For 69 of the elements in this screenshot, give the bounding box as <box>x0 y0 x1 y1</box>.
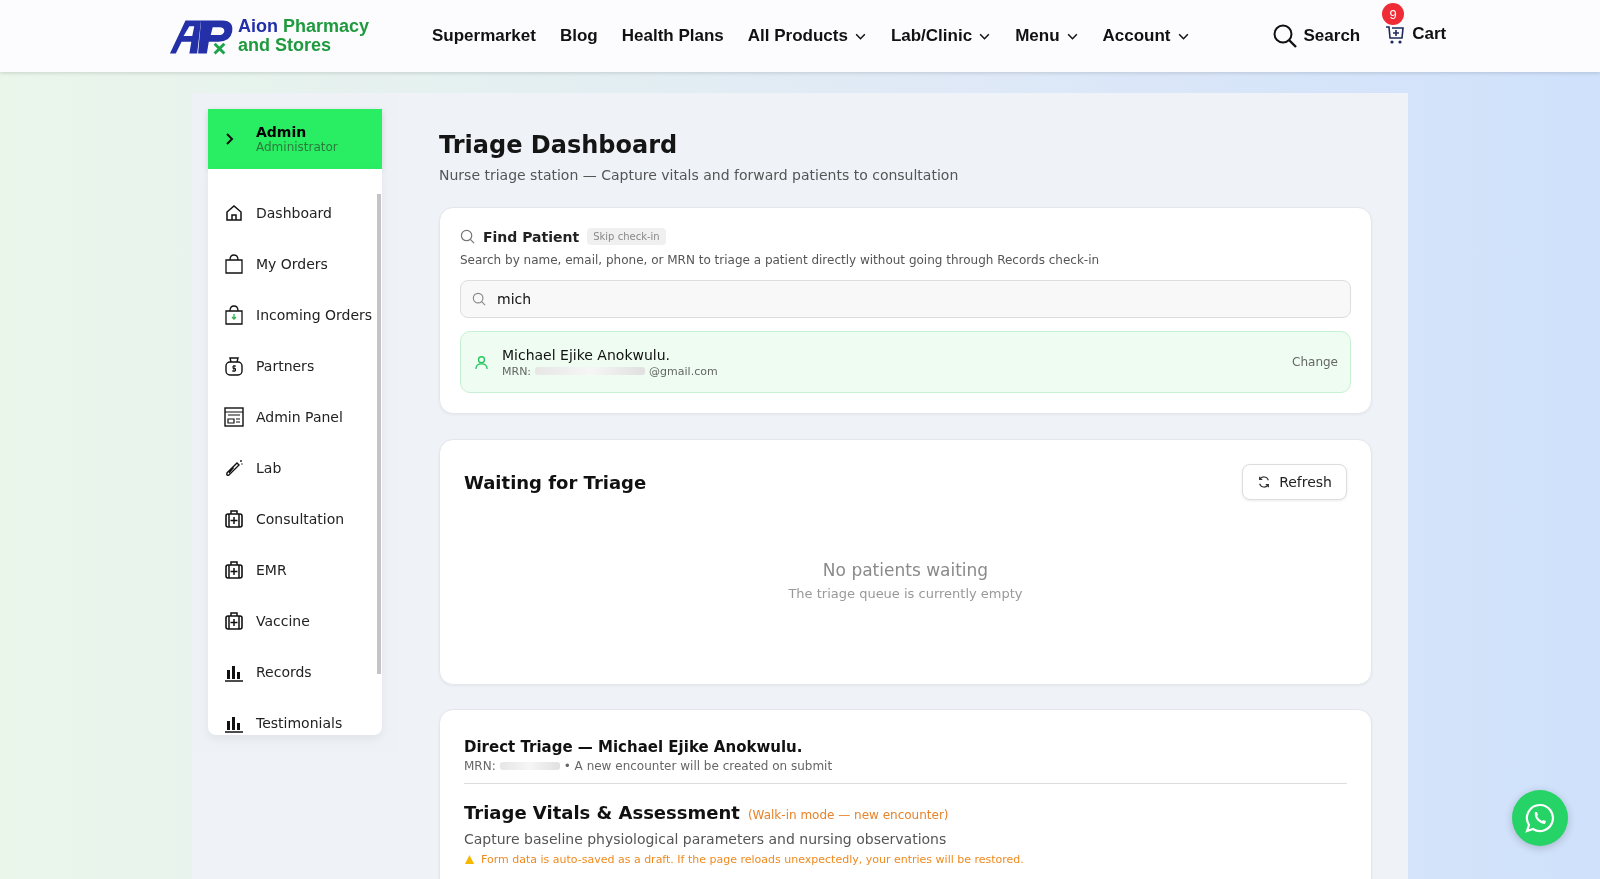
warning-icon <box>464 854 475 865</box>
home-icon <box>224 202 244 223</box>
page-subtitle: Nurse triage station — Capture vitals and forward patients to consultation <box>439 167 960 183</box>
shopping-bag-icon <box>224 253 244 274</box>
shopping-bag-icon <box>224 304 244 325</box>
empty-text: The triage queue is currently empty <box>788 586 1023 601</box>
chat-button[interactable] <box>1512 790 1568 846</box>
refresh-button[interactable]: Refresh <box>1242 464 1347 500</box>
brand-name[interactable]: Aion Pharmacy <box>238 17 370 36</box>
sidebar-item[interactable]: EMR <box>208 544 382 595</box>
scrollbar[interactable] <box>377 194 381 674</box>
sidebar-item[interactable]: Vaccine <box>208 595 382 646</box>
mrn-label: MRN: <box>464 759 496 773</box>
sidebar-item[interactable]: Dashboard <box>208 187 382 238</box>
user-header[interactable]: Admin Administrator <box>208 109 382 169</box>
change-link[interactable]: Change <box>1292 355 1338 369</box>
mrn-label: MRN: <box>502 364 532 378</box>
nav-link[interactable]: Blog <box>559 26 598 46</box>
sidebar-item[interactable]: Incoming Orders <box>208 289 382 340</box>
search-icon <box>460 229 475 244</box>
test-tube-icon <box>224 457 244 478</box>
nav-link[interactable]: Account <box>1102 26 1190 46</box>
nav-link[interactable]: All Products <box>747 26 867 46</box>
section-title: Triage Vitals & Assessment <box>464 802 740 823</box>
medical-kit-icon <box>224 610 244 631</box>
encounter-note: • A new encounter will be created on submit <box>563 759 833 773</box>
sidebar-item[interactable]: Testimonials <box>208 697 382 735</box>
sidebar-item[interactable]: My Orders <box>208 238 382 289</box>
refresh-icon <box>1257 475 1272 489</box>
user-name: Admin <box>256 124 308 140</box>
search-link[interactable]: Search <box>1271 23 1361 49</box>
nav-link[interactable]: Supermarket <box>432 26 536 46</box>
search-icon <box>472 292 486 306</box>
user-icon <box>475 354 488 370</box>
cart-count-badge: 9 <box>1382 3 1405 25</box>
medical-kit-icon <box>224 559 244 580</box>
section-description: Capture baseline physiological parameters and nursing observations <box>464 831 948 847</box>
autosave-warning: Form data is auto-saved as a draft. If the page reloads unexpectedly, your entries will be restored. <box>481 853 1024 866</box>
direct-triage-title: Direct Triage — Michael Ejike Anokwulu. <box>464 738 804 756</box>
card-title: Find Patient <box>483 228 580 245</box>
empty-title: No patients waiting <box>822 560 989 580</box>
email-text: @gmail.com <box>649 364 718 378</box>
search-hint: Search by name, email, phone, or MRN to triage a patient directly without going through Records check-in <box>460 253 1101 267</box>
panel-icon <box>224 406 244 427</box>
skip-check-in-tag: Skip check-in <box>587 228 666 245</box>
nav-link[interactable]: Lab/Clinic <box>890 26 992 46</box>
selected-patient-row[interactable]: Michael Ejike Anokwulu. MRN: @gmail.com Change <box>460 331 1351 393</box>
nav-link[interactable]: Health Plans <box>621 26 724 46</box>
medical-kit-icon <box>224 508 244 529</box>
user-role: Administrator <box>256 140 338 154</box>
money-bag-icon <box>224 355 244 376</box>
patient-name: Michael Ejike Anokwulu. <box>502 346 672 363</box>
sidebar-item[interactable]: Consultation <box>208 493 382 544</box>
redacted-text <box>499 762 560 770</box>
search-icon <box>1271 23 1298 49</box>
cart-icon <box>1384 23 1407 45</box>
brand-tagline[interactable]: and Stores <box>238 36 370 55</box>
patient-search-field[interactable]: mich <box>460 280 1351 318</box>
sidebar-item[interactable]: Admin Panel <box>208 391 382 442</box>
page-title: Triage Dashboard <box>439 131 679 159</box>
sidebar-item[interactable]: Partners <box>208 340 382 391</box>
sidebar-item[interactable]: Lab <box>208 442 382 493</box>
mode-label: (Walk-in mode — new encounter) <box>747 808 949 822</box>
cart-link[interactable]: Cart <box>1384 23 1447 45</box>
chevron-right-icon <box>224 133 236 145</box>
sidebar-item[interactable]: Records <box>208 646 382 697</box>
card-title: Waiting for Triage <box>464 471 647 493</box>
nav-link[interactable]: Menu <box>1015 26 1079 46</box>
chat-bubble-icon <box>1524 802 1556 834</box>
